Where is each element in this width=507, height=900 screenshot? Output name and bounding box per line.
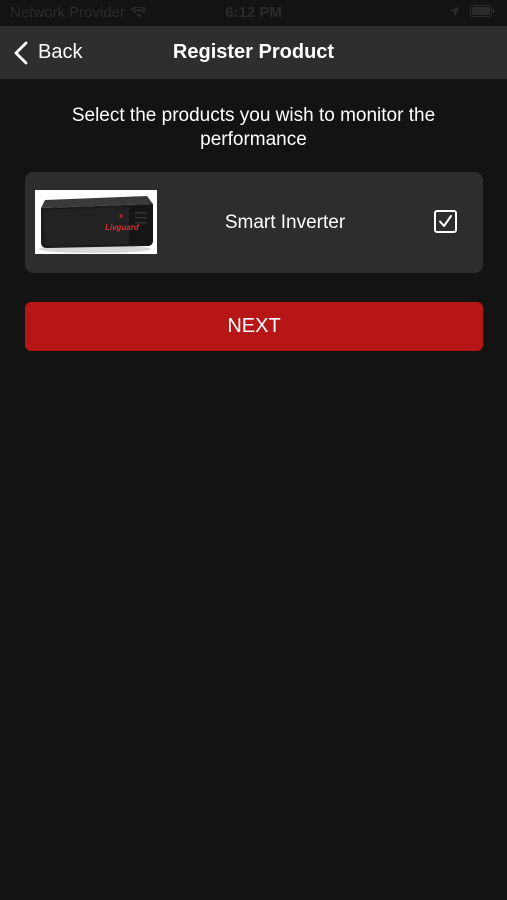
product-name: Smart Inverter [224, 212, 346, 233]
status-bar: Network Provider 6:12 PM [0, 0, 507, 26]
battery-icon [470, 5, 495, 17]
next-button[interactable]: NEXT [25, 302, 483, 351]
navigation-bar: Back Register Product [0, 26, 507, 79]
checkmark-icon [439, 215, 452, 227]
instruction-text: Select the products you wish to monitor … [71, 105, 436, 150]
page-title: Register Product [172, 41, 335, 63]
status-time: 6:12 PM [225, 4, 282, 21]
status-right [449, 5, 495, 17]
location-icon [449, 6, 460, 16]
inverter-image [35, 190, 157, 254]
product-brand-logo: Livguard [105, 223, 139, 232]
product-image: Livguard [35, 190, 157, 254]
product-card[interactable]: Livguard Smart Inverter [25, 172, 483, 273]
register-product-screen: Network Provider 6:12 PM Back Register P… [0, 0, 507, 900]
product-checkbox[interactable] [434, 210, 457, 233]
